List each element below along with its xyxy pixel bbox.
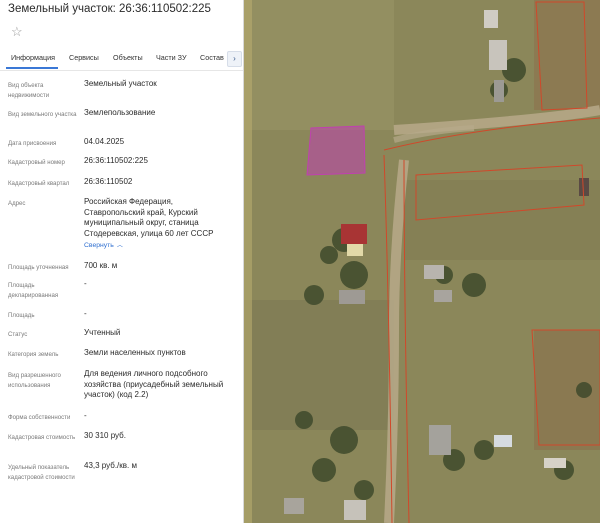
address-block: Российская Федерация, Ставропольский кра…: [84, 197, 236, 252]
field-label: Площадь: [8, 312, 35, 319]
tab-services[interactable]: Сервисы: [69, 53, 99, 62]
field-value: Для ведения личного подсобного хозяйства…: [84, 369, 224, 399]
map-view[interactable]: [244, 0, 600, 523]
field-label: Площадь декларированная: [8, 282, 59, 299]
address-value: Российская Федерация, Ставропольский кра…: [84, 197, 214, 238]
panel-title: Земельный участок: 26:36:110502:225: [8, 3, 211, 15]
field-patch: [244, 300, 394, 430]
tab-composition[interactable]: Состав: [200, 53, 224, 62]
info-panel: Земельный участок: 26:36:110502:225 ☆ Ин…: [0, 0, 244, 523]
selected-parcel[interactable]: [306, 125, 366, 176]
field-label: Кадастровый номер: [8, 159, 65, 166]
red-roof-building: [341, 224, 367, 244]
collapse-link-label: Свернуть: [84, 242, 114, 249]
field-label: Вид объекта недвижимости: [8, 82, 50, 99]
field-patch: [244, 0, 394, 130]
collapse-link[interactable]: Свернуть ︿: [84, 241, 123, 252]
field-value: -: [84, 279, 87, 288]
field-label: Вид разрешенного использования: [8, 372, 61, 389]
star-icon[interactable]: ☆: [11, 25, 23, 38]
field-value: -: [84, 411, 87, 420]
field-label: Площадь уточненная: [8, 264, 69, 271]
tab-objects[interactable]: Объекты: [113, 53, 143, 62]
field-label: Форма собственности: [8, 414, 71, 421]
field-patch: [534, 0, 600, 110]
tab-bar: Информация Сервисы Объекты Части ЗУ Сост…: [0, 48, 243, 71]
field-label: Статус: [8, 331, 28, 338]
active-tab-indicator: [6, 67, 58, 69]
field-edge: [244, 0, 252, 523]
chevron-up-icon: ︿: [116, 243, 123, 249]
field-row-address: Адрес Российская Федерация, Ставропольск…: [8, 197, 240, 257]
field-value: 43,3 руб./кв. м: [84, 461, 137, 470]
field-patch: [404, 180, 600, 260]
tab-parts[interactable]: Части ЗУ: [156, 53, 187, 62]
field-label: Удельный показатель кадастровой стоимост…: [8, 464, 75, 481]
field-value[interactable]: 26:36:110502:225: [84, 156, 236, 167]
field-label: Адрес: [8, 200, 26, 207]
field-value: 04.04.2025: [84, 137, 125, 146]
tabs-scroll-right-icon[interactable]: ›: [227, 51, 242, 67]
field-label: Кадастровая стоимость: [8, 434, 76, 441]
field-value: -: [84, 309, 87, 318]
field-value: 700 кв. м: [84, 261, 118, 270]
satellite-map[interactable]: [244, 0, 600, 523]
field-label: Дата присвоения: [8, 140, 57, 147]
field-value: Учтенный: [84, 328, 121, 337]
field-label: Вид земельного участка: [8, 111, 77, 118]
field-value: Земельный участок: [84, 79, 157, 88]
field-label: Кадастровый квартал: [8, 180, 70, 187]
field-value: Землепользование: [84, 108, 156, 117]
field-label: Категория земель: [8, 351, 59, 358]
field-value: Земли населенных пунктов: [84, 348, 186, 357]
field-value: 30 310 руб.: [84, 431, 126, 440]
tab-info[interactable]: Информация: [11, 53, 55, 62]
field-value[interactable]: 26:36:110502: [84, 177, 236, 188]
